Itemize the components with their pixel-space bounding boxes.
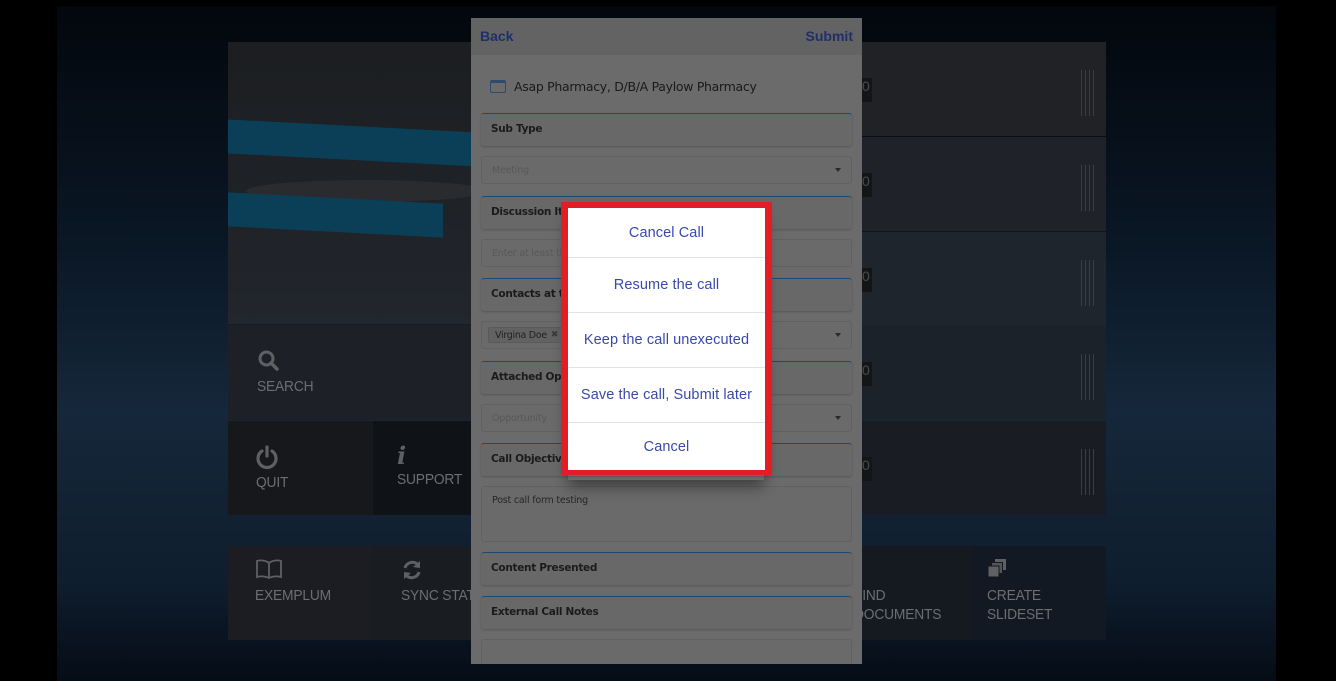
section-title: Sub Type — [491, 123, 543, 135]
row-tab: 0 — [862, 457, 872, 481]
exemplum-tile[interactable]: EXEMPLUM — [228, 546, 373, 640]
section-sub-type: Sub Type — [481, 113, 852, 146]
sync-icon — [401, 559, 423, 586]
stacked-slides-icon — [987, 558, 1007, 583]
action-sheet: Cancel Call Resume the call Keep the cal… — [568, 208, 765, 470]
account-name: Asap Pharmacy, D/B/A Paylow Pharmacy — [514, 78, 757, 94]
banner-stripe — [228, 119, 473, 167]
sub-type-value: Meeting — [492, 165, 529, 176]
create-slideset-tile[interactable]: CREATE SLIDESET — [972, 546, 1106, 640]
section-content-presented: Content Presented — [481, 552, 852, 585]
drag-handle-icon[interactable] — [1081, 260, 1095, 306]
content-row[interactable]: 0 — [862, 42, 1106, 136]
search-label: SEARCH — [257, 378, 314, 395]
search-tile[interactable]: SEARCH — [228, 325, 473, 420]
account-icon — [490, 79, 506, 93]
create-slideset-label-line2: SLIDESET — [987, 606, 1053, 623]
drag-handle-icon[interactable] — [1081, 165, 1095, 211]
cancel-option[interactable]: Cancel — [568, 423, 765, 470]
content-row[interactable]: 0 — [862, 326, 1106, 420]
submit-button[interactable]: Submit — [806, 28, 853, 44]
row-tab: 0 — [862, 173, 872, 197]
sync-status-tile[interactable]: SYNC STATUS — [373, 546, 494, 640]
content-row[interactable]: 0 — [862, 232, 1106, 326]
resume-call-option[interactable]: Resume the call — [568, 258, 765, 313]
account-row: Asap Pharmacy, D/B/A Paylow Pharmacy — [490, 77, 757, 95]
section-title: Content Presented — [491, 562, 598, 574]
exemplum-label: EXEMPLUM — [255, 587, 331, 604]
quit-label: QUIT — [256, 474, 289, 491]
opportunity-placeholder: Opportunity — [492, 413, 547, 424]
find-documents-tile[interactable]: FIND DOCUMENTS — [854, 546, 972, 640]
keep-call-unexecuted-option[interactable]: Keep the call unexecuted — [568, 313, 765, 368]
contact-chip[interactable]: Virgina Doe ✖ — [488, 327, 566, 343]
back-button[interactable]: Back — [480, 28, 513, 44]
support-tile[interactable]: i SUPPORT — [373, 421, 473, 515]
row-tab: 0 — [862, 362, 872, 386]
find-documents-label-line2: DOCUMENTS — [854, 606, 942, 623]
contact-chip-label: Virgina Doe — [495, 329, 547, 341]
content-row[interactable]: 0 — [862, 137, 1106, 231]
chevron-down-icon — [835, 168, 841, 172]
support-label: SUPPORT — [397, 471, 463, 488]
row-tab: 0 — [862, 78, 872, 102]
drag-handle-icon[interactable] — [1081, 449, 1095, 495]
call-objectives-textarea[interactable]: Post call form testing — [481, 486, 852, 542]
external-call-notes-input[interactable] — [481, 639, 852, 664]
sub-type-select[interactable]: Meeting — [481, 156, 852, 184]
chevron-down-icon — [835, 416, 841, 420]
chevron-down-icon — [835, 333, 841, 337]
cancel-call-option[interactable]: Cancel Call — [568, 208, 765, 258]
form-header: Back Submit — [471, 18, 862, 55]
row-tab: 0 — [862, 268, 872, 292]
search-icon — [257, 349, 281, 378]
book-icon — [255, 559, 283, 584]
power-icon — [254, 444, 280, 475]
info-icon: i — [397, 441, 407, 470]
call-objectives-value: Post call form testing — [492, 495, 588, 506]
drag-handle-icon[interactable] — [1081, 70, 1095, 116]
brand-banner — [228, 42, 473, 324]
create-slideset-label-line1: CREATE — [987, 587, 1041, 604]
remove-chip-icon[interactable]: ✖ — [551, 330, 559, 340]
content-row[interactable]: 0 — [862, 421, 1106, 515]
drag-handle-icon[interactable] — [1081, 354, 1095, 400]
section-external-call-notes: External Call Notes — [481, 596, 852, 629]
section-title: External Call Notes — [491, 606, 599, 618]
quit-tile[interactable]: QUIT — [228, 421, 373, 515]
save-submit-later-option[interactable]: Save the call, Submit later — [568, 368, 765, 423]
